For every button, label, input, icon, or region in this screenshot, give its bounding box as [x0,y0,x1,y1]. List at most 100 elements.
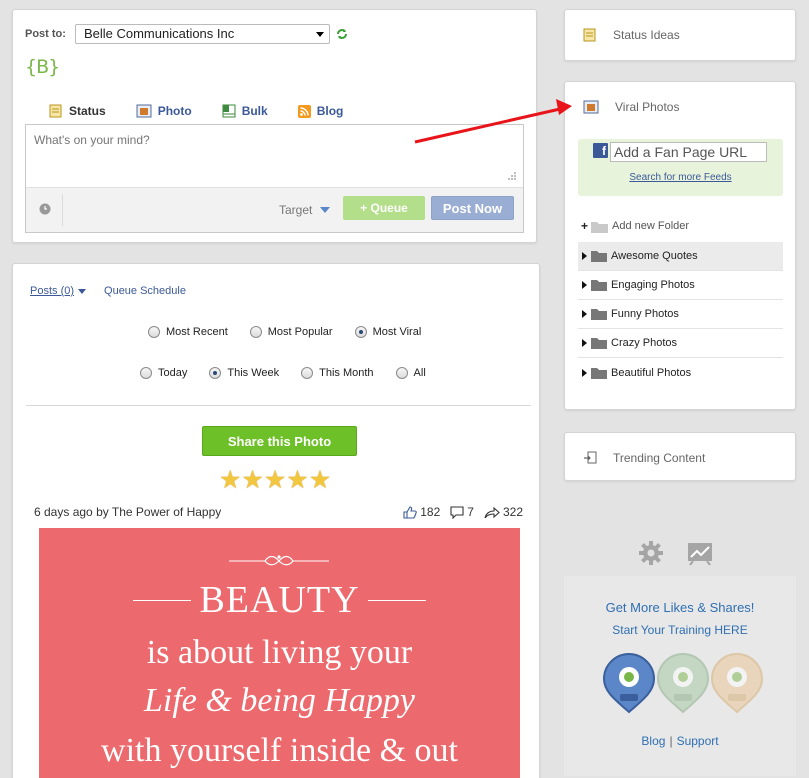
badge-community-icon[interactable] [602,652,656,714]
post-author[interactable]: The Power of Happy [112,505,221,519]
time-option-label: Today [158,367,188,379]
badge-engagement-icon[interactable] [656,652,710,714]
expand-triangle-icon[interactable] [582,339,587,347]
resize-grip-icon[interactable] [507,171,517,181]
search-feeds-link[interactable]: Search for more Feeds [578,172,783,183]
star-icon[interactable]: ★ [241,467,263,493]
blog-link[interactable]: Blog [641,734,665,748]
support-link[interactable]: Support [677,734,719,748]
comment-icon [450,505,464,519]
rating-stars[interactable]: ★ ★ ★ ★ ★ [219,467,331,493]
folder-icon [591,251,607,262]
star-icon[interactable]: ★ [219,467,241,493]
folder-item-beautiful-photos[interactable]: Beautiful Photos [578,358,783,387]
gear-icon[interactable] [638,540,664,566]
facebook-icon: f [593,143,608,158]
share-photo-button[interactable]: Share this Photo [202,426,357,456]
folder-label: Awesome Quotes [611,250,698,262]
decorative-rule [133,599,192,601]
star-icon[interactable]: ★ [309,467,331,493]
radio-button-selected[interactable] [354,326,367,338]
status-ideas-panel[interactable]: Status Ideas [564,9,796,61]
comments-stat: 7 [450,505,474,519]
folder-icon [591,309,607,320]
radio-button[interactable] [395,367,408,379]
feed-nav: Posts (0) Queue Schedule [30,285,186,297]
tab-status-label: Status [69,104,106,118]
trending-content-panel[interactable]: Trending Content [564,432,796,481]
time-this-week[interactable]: This Week [209,367,279,379]
refresh-icon[interactable] [336,28,348,40]
queue-schedule-link[interactable]: Queue Schedule [104,285,186,297]
trending-icon [584,451,597,464]
viral-photos-header[interactable]: Viral Photos [583,100,679,114]
viral-photos-panel: Viral Photos f Add a Fan Page URL Search… [564,81,796,410]
radio-button-selected[interactable] [209,367,222,379]
promo-subtitle[interactable]: Start Your Training HERE [564,623,796,637]
likes-count: 182 [420,505,441,519]
expand-triangle-icon[interactable] [582,368,587,377]
star-icon[interactable]: ★ [286,467,308,493]
thumbs-up-icon [403,505,417,519]
sort-most-recent[interactable]: Most Recent [148,326,228,338]
star-icon[interactable]: ★ [264,467,286,493]
radio-button[interactable] [140,367,152,379]
photo-line-2: is about living your [146,634,413,671]
post-now-button[interactable]: Post Now [431,196,514,220]
sort-most-popular[interactable]: Most Popular [249,326,333,338]
expand-triangle-icon[interactable] [582,310,587,318]
trending-header[interactable]: Trending Content [583,451,705,465]
photo-headline: BEAUTY [39,578,520,622]
folder-item-funny-photos[interactable]: Funny Photos [578,300,783,329]
expand-triangle-icon[interactable] [582,281,587,289]
add-folder-label: Add new Folder [612,220,690,232]
time-this-month[interactable]: This Month [301,367,374,379]
radio-button[interactable] [249,326,262,338]
folder-item-engaging-photos[interactable]: Engaging Photos [578,271,783,300]
time-all[interactable]: All [395,367,426,379]
folder-item-crazy-photos[interactable]: Crazy Photos [578,329,783,358]
badge-content-icon[interactable] [710,652,764,714]
fan-page-box: f Add a Fan Page URL Search for more Fee… [578,139,783,196]
radio-button[interactable] [301,367,314,379]
promo-title[interactable]: Get More Likes & Shares! [564,600,796,615]
divider [26,405,531,406]
tab-bulk[interactable]: Bulk [222,104,268,118]
sort-most-viral[interactable]: Most Viral [354,326,421,338]
radio-button[interactable] [148,326,160,338]
annotation-arrow [414,99,572,144]
photo-line-1: BEAUTY [199,579,360,621]
folder-item-awesome-quotes[interactable]: Awesome Quotes [578,242,783,271]
photo-line-4: with yourself inside & out [101,732,458,769]
tab-photo[interactable]: Photo [136,104,192,118]
post-time: 6 days ago [34,505,93,519]
queue-button[interactable]: + Queue [343,196,425,220]
link-separator: | [669,734,673,748]
expand-triangle-icon[interactable] [582,252,587,260]
flourish-ornament [229,555,329,566]
page-select[interactable]: Belle Communications Inc [74,24,330,44]
tab-bulk-label: Bulk [241,104,268,118]
clock-icon[interactable] [39,203,51,215]
chevron-down-icon [320,207,331,213]
folder-icon [591,338,607,349]
photo-icon [136,104,152,118]
tab-status[interactable]: Status [49,104,106,118]
folder-icon [591,280,607,291]
add-folder-button[interactable]: + Add new Folder [581,219,689,233]
photo-line-3: Life & being Happy [143,682,416,719]
status-ideas-header[interactable]: Status Ideas [583,28,680,42]
viral-photo[interactable]: BEAUTY is about living your Life & being… [39,528,520,778]
folder-icon [591,221,609,233]
analytics-icon[interactable] [686,540,714,566]
folder-label: Funny Photos [611,308,679,320]
promo-links: Blog | Support [564,734,796,748]
photo-icon [583,100,599,114]
target-dropdown[interactable]: Target [279,203,331,217]
post-to-row: Post to: Belle Communications Inc [25,24,348,44]
chevron-down-icon [78,288,87,294]
time-today[interactable]: Today [140,367,187,379]
posts-dropdown[interactable]: Posts (0) [30,285,87,297]
fan-page-url-input[interactable]: Add a Fan Page URL [610,142,767,162]
tab-blog[interactable]: Blog [297,104,343,118]
